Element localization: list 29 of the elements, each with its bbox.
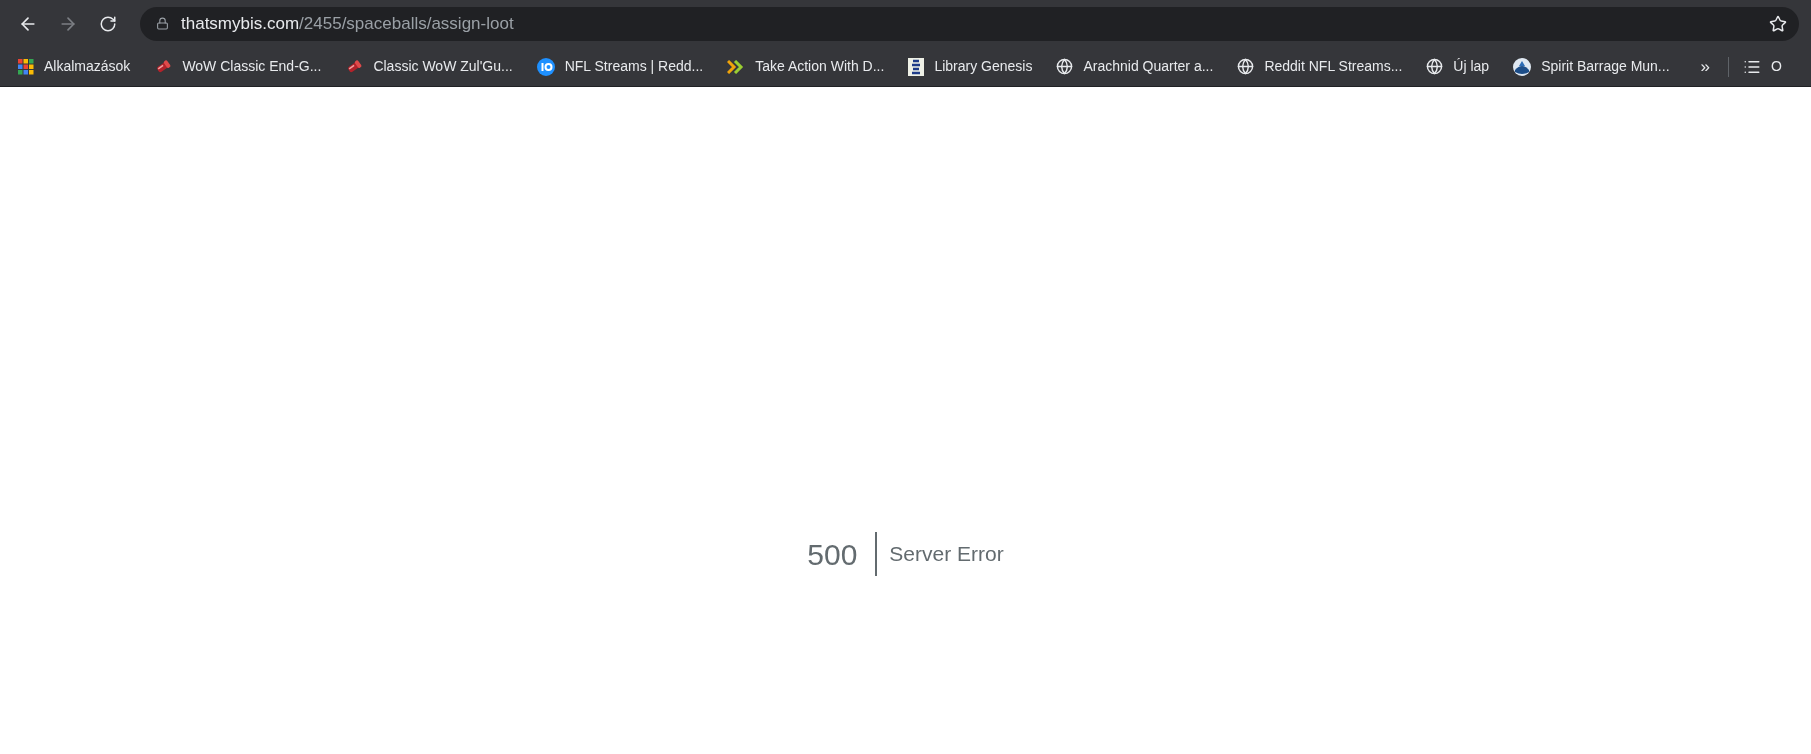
bookmark-item[interactable]: Reddit NFL Streams... bbox=[1237, 52, 1403, 81]
reload-icon bbox=[99, 14, 117, 33]
io-logo-icon bbox=[536, 57, 555, 76]
reading-list-button[interactable]: O bbox=[1743, 56, 1782, 77]
globe-icon bbox=[1426, 58, 1444, 75]
item-icon bbox=[154, 58, 173, 75]
lock-icon bbox=[156, 17, 169, 30]
item-icon bbox=[345, 58, 364, 75]
bookmarks-overflow-button[interactable]: » bbox=[1696, 53, 1714, 80]
globe-icon bbox=[1237, 58, 1255, 75]
bookmark-item[interactable]: Take Action With D... bbox=[727, 52, 885, 81]
globe-icon bbox=[1056, 58, 1074, 75]
bookmark-item[interactable]: Classic WoW Zul'Gu... bbox=[345, 52, 513, 81]
bookmark-item[interactable]: WoW Classic End-G... bbox=[154, 52, 322, 81]
bookmark-item[interactable]: Spirit Barrage Mun... bbox=[1513, 52, 1670, 81]
error-code: 500 bbox=[807, 536, 859, 573]
bookmark-item[interactable]: Alkalmazások bbox=[18, 52, 131, 81]
address-bar[interactable]: thatsmybis.com/2455/spaceballs/assign-loot bbox=[140, 6, 1799, 41]
emblem-icon bbox=[1513, 57, 1532, 76]
chevrons-icon bbox=[727, 59, 746, 74]
book-icon bbox=[908, 57, 925, 76]
bookmark-star-icon[interactable] bbox=[1769, 14, 1787, 33]
bookmark-item[interactable]: NFL Streams | Redd... bbox=[536, 52, 704, 81]
url-text: thatsmybis.com/2455/spaceballs/assign-loot bbox=[181, 12, 514, 35]
bookmark-item[interactable]: Library Genesis bbox=[908, 52, 1033, 81]
bookmark-item[interactable]: Arachnid Quarter a... bbox=[1056, 52, 1214, 81]
bookmark-item[interactable]: Új lap bbox=[1426, 52, 1490, 81]
error-message: Server Error bbox=[888, 541, 1004, 568]
apps-grid-icon bbox=[18, 58, 34, 75]
